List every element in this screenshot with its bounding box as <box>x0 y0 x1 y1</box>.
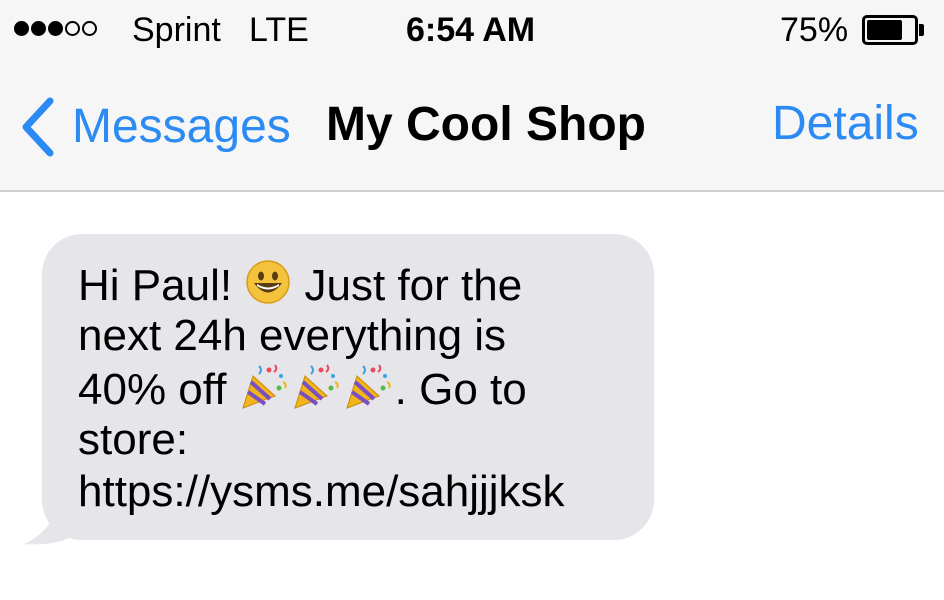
status-bar: Sprint LTE 6:54 AM 75% <box>0 0 944 62</box>
carrier-name: Sprint <box>132 11 221 49</box>
message-line: 40% off . Go to <box>78 362 638 414</box>
message-text-segment: Just for the <box>292 261 523 310</box>
message-line: store: <box>78 415 189 464</box>
header: Sprint LTE 6:54 AM 75% Messages My Cool … <box>0 0 944 192</box>
message-line: Hi Paul! Just for the <box>78 258 638 310</box>
conversation-title: My Cool Shop <box>326 98 646 151</box>
message-text-segment: . Go to <box>394 365 527 414</box>
battery-fill <box>867 20 902 40</box>
message-link[interactable]: https://ysms.me/sahjjjksk <box>78 466 638 518</box>
signal-dot <box>31 21 46 36</box>
battery-icon <box>862 15 924 45</box>
grinning-face-emoji-icon <box>246 260 291 304</box>
navigation-bar: Messages My Cool Shop Details <box>0 62 944 190</box>
details-button[interactable]: Details <box>772 94 919 154</box>
signal-dot <box>14 21 29 36</box>
signal-dot <box>82 21 97 36</box>
signal-dot <box>48 21 63 36</box>
back-button[interactable]: Messages <box>16 92 291 162</box>
status-time: 6:54 AM <box>406 11 536 49</box>
back-button-label: Messages <box>72 100 291 153</box>
network-type: LTE <box>249 11 309 49</box>
chevron-left-icon <box>22 97 54 157</box>
party-popper-emoji-icon <box>241 364 391 409</box>
battery-nub <box>919 24 924 36</box>
signal-dot <box>65 21 80 36</box>
message-line: next 24h everything is <box>78 311 507 360</box>
signal-strength-icon <box>14 21 97 36</box>
message-text-segment: Hi Paul! <box>78 261 245 310</box>
battery-percentage: 75% <box>780 11 849 49</box>
message-text-segment: 40% off <box>78 365 239 414</box>
message-text: Hi Paul! Just for the next 24h everythin… <box>78 258 638 518</box>
